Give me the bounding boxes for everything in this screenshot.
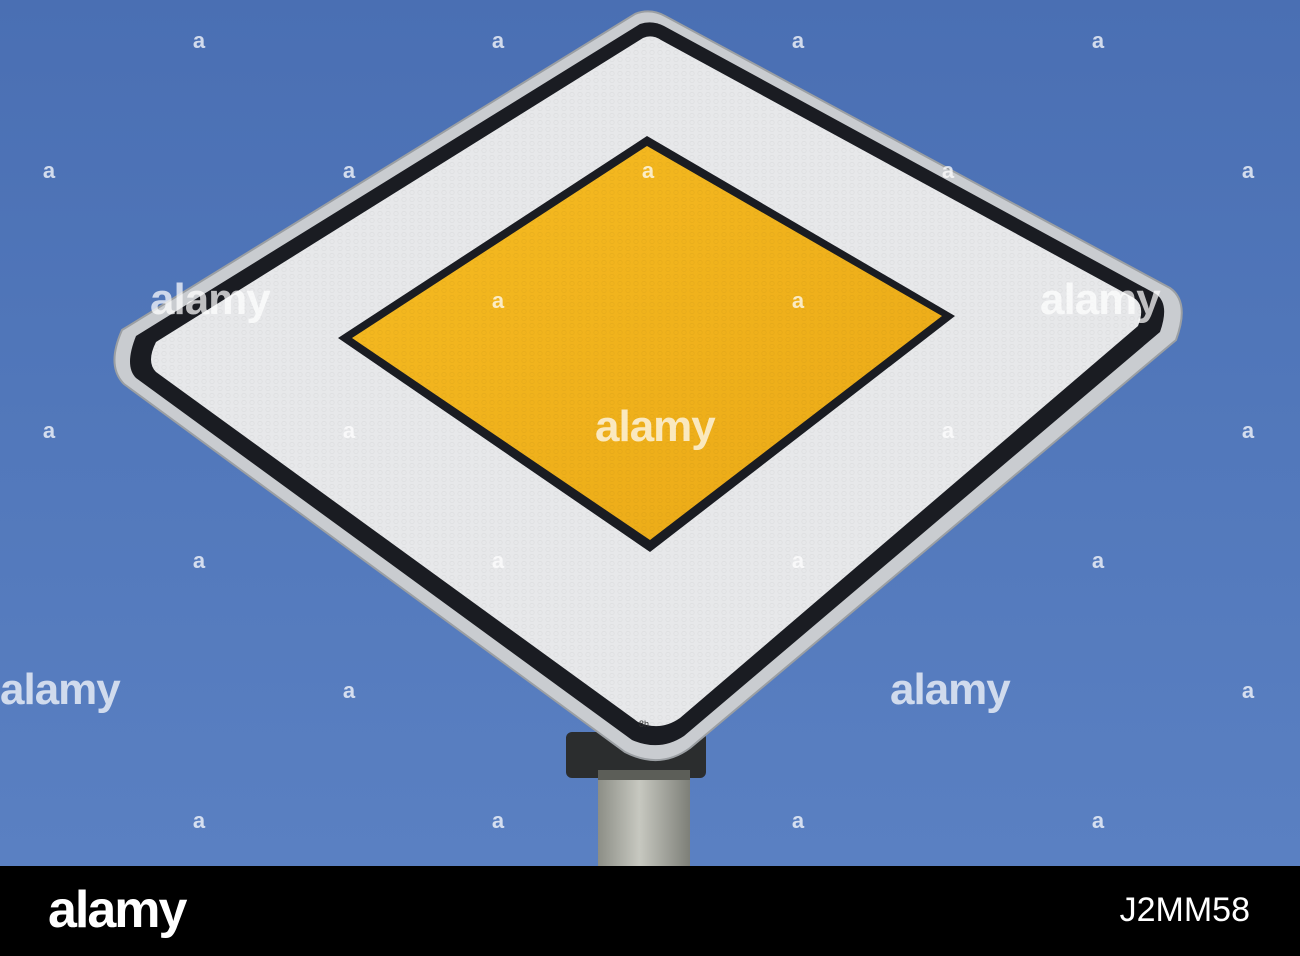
watermark-text: alamy	[0, 665, 121, 714]
watermark-logo-icon: a	[1091, 28, 1105, 53]
watermark-logo-icon: a	[791, 28, 805, 53]
watermark-logo-icon: a	[42, 418, 56, 443]
watermark-logo-icon: a	[192, 548, 206, 573]
watermark-logo-icon: a	[941, 158, 955, 183]
watermark-logo-icon: a	[791, 548, 805, 573]
watermark-logo-icon: a	[491, 28, 505, 53]
watermark-logo-icon: a	[342, 418, 356, 443]
watermark-logo-icon: a	[342, 678, 356, 703]
footer-brand-logo: alamy	[48, 881, 187, 939]
watermark-logo-icon: a	[1091, 808, 1105, 833]
watermark-logo-icon: a	[641, 158, 655, 183]
watermark-text: alamy	[1040, 275, 1161, 324]
watermark-text: alamy	[890, 665, 1011, 714]
watermark-logo-icon: a	[192, 808, 206, 833]
watermark-logo-icon: a	[941, 418, 955, 443]
watermark-logo-icon: a	[1241, 678, 1255, 703]
watermark-logo-icon: a	[491, 808, 505, 833]
sign-marking-text: 8h	[639, 719, 650, 729]
watermark-logo-icon: a	[42, 158, 56, 183]
watermark-logo-icon: a	[342, 158, 356, 183]
footer-image-id: J2MM58	[1119, 891, 1250, 929]
watermark-logo-icon: a	[491, 548, 505, 573]
watermark-logo-icon: a	[791, 808, 805, 833]
watermark-logo-icon: a	[1241, 418, 1255, 443]
footer-bar: alamy J2MM58	[0, 866, 1300, 956]
watermark-logo-icon: a	[491, 288, 505, 313]
watermark-text: alamy	[150, 275, 271, 324]
watermark-logo-icon: a	[1091, 548, 1105, 573]
photo: 8h alamy alamy alamy alamy alamy a a a a…	[0, 0, 1300, 866]
watermark-logo-icon: a	[192, 28, 206, 53]
watermark-logo-icon: a	[791, 288, 805, 313]
watermark-logo-icon: a	[1241, 158, 1255, 183]
watermark-text: alamy	[595, 402, 716, 451]
